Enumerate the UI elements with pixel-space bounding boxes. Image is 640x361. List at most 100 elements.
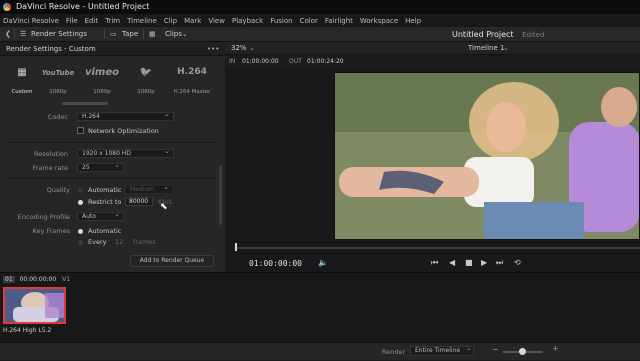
track-label: V1 — [62, 276, 71, 283]
menu-item-playback[interactable]: Playback — [232, 17, 263, 25]
preset-label: 1080p — [137, 89, 155, 95]
chevron-down-icon[interactable]: ⌄ — [466, 344, 472, 352]
render-settings-icon[interactable]: ☰ — [20, 27, 26, 42]
preset-twitter[interactable]: 🐦 1080p — [124, 57, 168, 103]
render-settings-title: Render Settings - Custom — [6, 45, 96, 53]
menu-item-trim[interactable]: Trim — [105, 17, 120, 25]
play-icon[interactable]: ▶ — [481, 258, 487, 267]
quality-automatic-radio[interactable] — [78, 188, 83, 193]
menu-item-clip[interactable]: Clip — [164, 17, 177, 25]
scrubber-bar[interactable] — [235, 247, 640, 249]
playhead-timecode[interactable]: 01:00:00:00 — [249, 259, 302, 268]
stop-icon[interactable]: ■ — [465, 258, 473, 267]
audio-volume-icon[interactable]: 🔈 — [318, 258, 328, 267]
keyframes-every-input[interactable]: 12 — [115, 238, 123, 246]
resolution-label: Resolution — [34, 150, 68, 158]
zoom-dropdown[interactable]: 32% — [231, 42, 247, 55]
render-label: Render — [382, 348, 406, 356]
tape-icon[interactable]: ▭ — [110, 27, 117, 42]
in-out-bar: IN 01:00:00:00 OUT 01:00:24:20 — [225, 56, 640, 68]
zoom-in-icon[interactable]: + — [552, 344, 559, 353]
zoom-slider-knob[interactable] — [519, 348, 526, 355]
preset-h264-master[interactable]: H.264 H.264 Master — [170, 57, 214, 103]
render-status-bar: Render — [0, 342, 640, 360]
preset-vimeo[interactable]: vimeo 1080p — [80, 57, 124, 103]
keyframes-frames-label: frames — [133, 238, 156, 246]
twitter-logo: 🐦 — [139, 67, 153, 78]
render-settings-header: Render Settings - Custom ••• — [0, 42, 225, 56]
chevron-down-icon[interactable]: ⌄ — [249, 42, 255, 55]
add-to-render-queue-button[interactable]: Add to Render Queue — [130, 255, 214, 267]
menu-item-color[interactable]: Color — [300, 17, 318, 25]
codec-dropdown[interactable]: H.264 — [77, 111, 174, 121]
keyframes-automatic-label: Automatic — [88, 227, 122, 235]
timeline-name[interactable]: Timeline 1 — [468, 42, 504, 55]
preset-label: H.264 Master — [173, 89, 211, 95]
preset-youtube[interactable]: YouTube 1080p — [36, 57, 80, 103]
clip-header: 01 00:00:00:00 V1 — [3, 276, 70, 283]
project-name: Untitled Project — [452, 30, 514, 39]
menu-item-fairlight[interactable]: Fairlight — [325, 17, 353, 25]
skip-to-end-icon[interactable]: ⏭ — [496, 258, 503, 268]
mouse-cursor-icon: ⬉ — [160, 202, 168, 212]
presets-scrollbar[interactable] — [62, 102, 108, 105]
frame-rate-dropdown[interactable]: 25 — [77, 162, 124, 172]
render-presets: ▦ Custom YouTube 1080p vimeo 1080p 🐦 108… — [0, 57, 225, 103]
window-title: DaVinci Resolve - Untitled Project — [16, 2, 150, 11]
out-timecode[interactable]: 01:00:24:20 — [307, 56, 344, 68]
menu-item-view[interactable]: View — [208, 17, 225, 25]
menu-item-mark[interactable]: Mark — [184, 17, 201, 25]
preset-label: 1080p — [49, 89, 67, 95]
quality-restrict-label: Restrict to — [88, 198, 122, 206]
in-timecode[interactable]: 01:00:00:00 — [242, 56, 279, 68]
clip-thumbnail-image — [5, 289, 64, 322]
window-title-bar: DaVinci Resolve - Untitled Project — [0, 0, 640, 14]
timeline-panel — [0, 272, 640, 342]
menu-item-timeline[interactable]: Timeline — [127, 17, 157, 25]
timeline-clip-thumbnail[interactable] — [3, 287, 66, 324]
playhead[interactable] — [235, 243, 237, 251]
divider — [104, 29, 105, 39]
video-frame-image — [333, 71, 640, 241]
tape-button[interactable]: Tape — [122, 27, 138, 42]
render-settings-button[interactable]: Render Settings — [31, 27, 87, 42]
resolution-dropdown[interactable]: 1920 x 1080 HD — [77, 148, 174, 158]
key-frames-label: Key Frames — [32, 227, 71, 235]
menu-item-fusion[interactable]: Fusion — [270, 17, 292, 25]
bitrate-input[interactable]: 80000 — [125, 197, 153, 206]
chevron-down-icon[interactable]: ⌄ — [503, 42, 509, 55]
keyframes-every-label: Every — [88, 238, 107, 246]
quality-level-dropdown[interactable]: Medium — [125, 184, 173, 194]
video-frame — [333, 71, 640, 241]
menu-item-file[interactable]: File — [66, 17, 78, 25]
h264-logo: H.264 — [177, 67, 207, 77]
preset-label: 1080p — [93, 89, 111, 95]
menu-item-edit[interactable]: Edit — [85, 17, 99, 25]
vimeo-logo: vimeo — [84, 67, 120, 78]
loop-icon[interactable]: ⟲ — [514, 258, 521, 267]
more-options-icon[interactable]: ••• — [207, 42, 219, 56]
render-range-dropdown[interactable]: Entire Timeline — [410, 346, 474, 356]
divider — [8, 142, 216, 143]
menu-item-help[interactable]: Help — [405, 17, 421, 25]
menu-bar: DaVinci Resolve File Edit Trim Timeline Clip M… — [0, 14, 640, 27]
encoding-profile-dropdown[interactable]: Auto — [77, 211, 124, 221]
clips-button[interactable]: Clips — [165, 27, 182, 42]
in-label: IN — [229, 58, 236, 65]
youtube-logo: YouTube — [41, 69, 75, 77]
clips-icon[interactable]: ▦ — [149, 27, 156, 42]
track-index: 01 — [3, 276, 15, 283]
quality-restrict-radio[interactable] — [78, 200, 83, 205]
skip-to-start-icon[interactable]: ⏮ — [431, 258, 438, 268]
zoom-out-icon[interactable]: − — [492, 345, 499, 354]
play-reverse-icon[interactable]: ◀ — [449, 258, 455, 267]
keyframes-every-radio[interactable] — [78, 240, 83, 245]
clip-timecode: 00:00:00:00 — [19, 276, 57, 283]
network-optimization-checkbox[interactable] — [77, 127, 84, 134]
settings-scrollbar[interactable] — [219, 165, 222, 225]
menu-item-workspace[interactable]: Workspace — [360, 17, 398, 25]
back-arrow-icon[interactable]: ❮ — [5, 27, 11, 42]
chevron-down-icon[interactable]: ⌄ — [182, 27, 188, 42]
keyframes-automatic-radio[interactable] — [78, 229, 83, 234]
menu-item-davinci-resolve[interactable]: DaVinci Resolve — [3, 17, 59, 25]
